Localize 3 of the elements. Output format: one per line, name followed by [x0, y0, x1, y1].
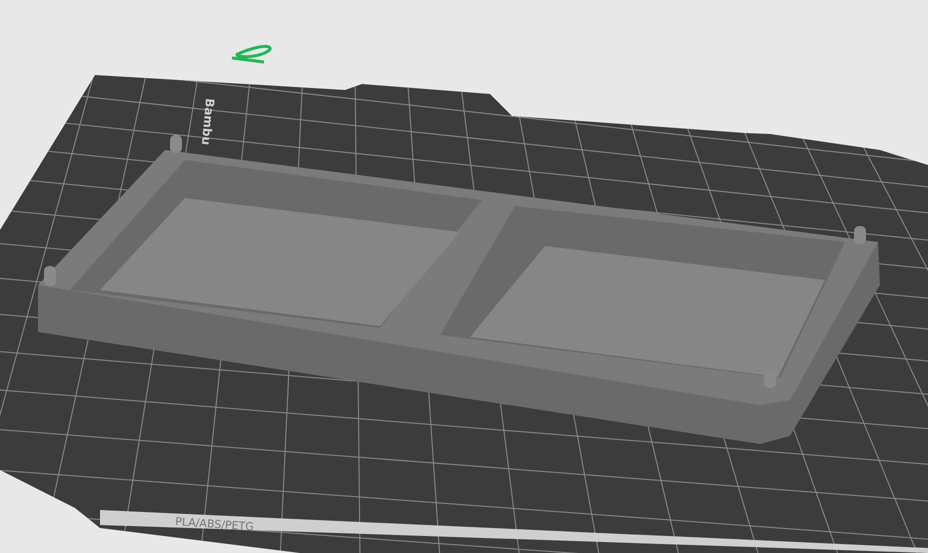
plate-label: PLA/ABS/PETG: [174, 515, 254, 534]
plate-number-icon: [230, 44, 272, 64]
plate-logo: Bambu: [198, 98, 217, 146]
